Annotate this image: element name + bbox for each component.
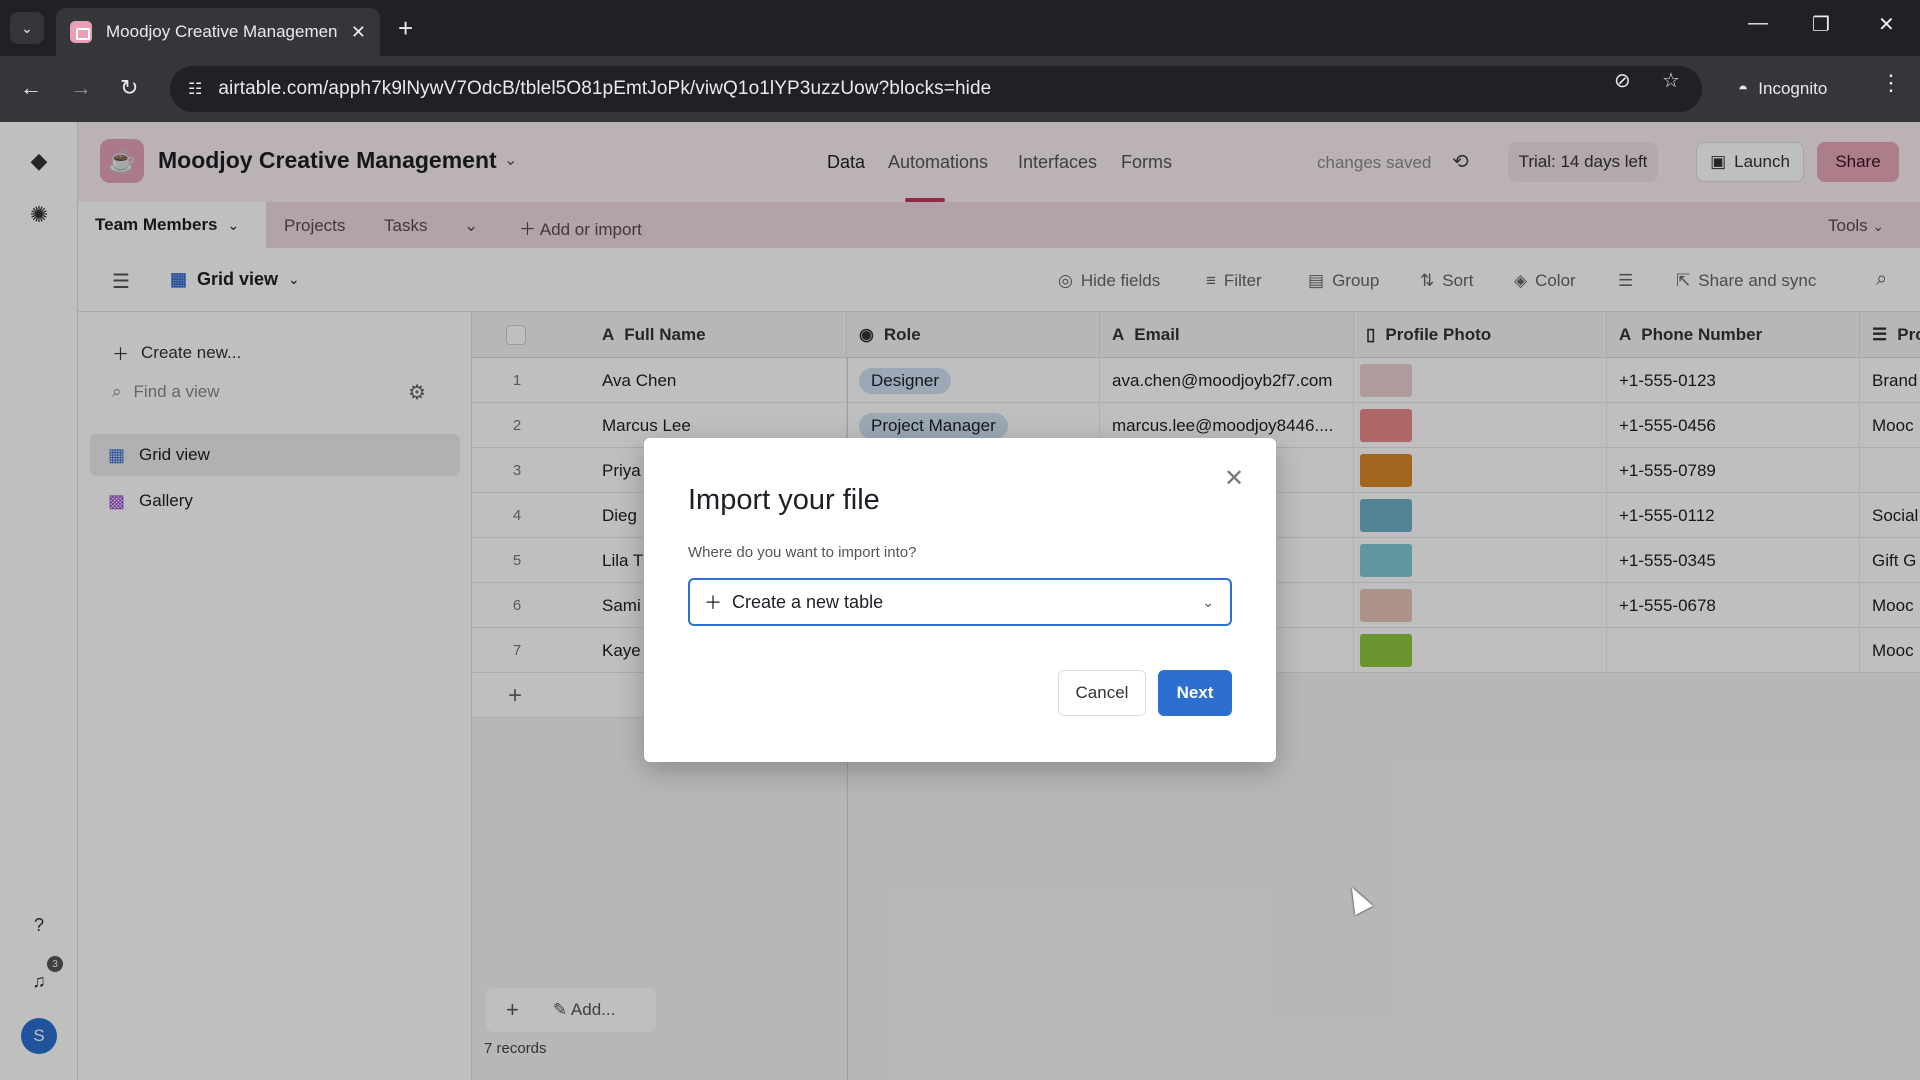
browser-tab-bar: ⌄ Moodjoy Creative Management ✕ + — ❐ ✕ [0, 0, 1920, 56]
import-destination-select[interactable]: ＋ Create a new table ⌄ [688, 578, 1232, 626]
dialog-title: Import your file [688, 484, 880, 516]
select-value: Create a new table [732, 591, 884, 612]
back-icon[interactable]: ← [20, 74, 42, 102]
close-tab-icon[interactable]: ✕ [351, 22, 366, 43]
plus-icon: ＋ [704, 593, 722, 613]
incognito-label: Incognito [1758, 79, 1828, 98]
minimize-icon[interactable]: — [1748, 12, 1768, 35]
browser-menu-icon[interactable]: ⋮ [1880, 70, 1902, 96]
browser-tab[interactable]: Moodjoy Creative Management ✕ [56, 8, 380, 56]
bookmark-star-icon[interactable]: ☆ [1662, 68, 1680, 93]
forward-icon[interactable]: → [70, 74, 92, 102]
next-button[interactable]: Next [1158, 670, 1232, 716]
address-bar[interactable]: ☷ airtable.com/apph7k9lNywV7OdcB/tblel5O… [170, 66, 1702, 112]
site-info-icon[interactable]: ☷ [188, 79, 202, 99]
favicon-icon [70, 21, 92, 43]
reload-icon[interactable]: ↻ [120, 74, 138, 102]
chevron-down-icon: ⌄ [1202, 593, 1214, 610]
browser-toolbar: ← → ↻ ☷ airtable.com/apph7k9lNywV7OdcB/t… [0, 56, 1920, 122]
import-destination-label: Where do you want to import into? [688, 544, 917, 561]
close-window-icon[interactable]: ✕ [1878, 12, 1895, 37]
incognito-icon: ◓ [1738, 79, 1749, 98]
eye-off-icon[interactable]: ⊘ [1614, 68, 1631, 93]
incognito-indicator[interactable]: ◓ Incognito [1724, 66, 1856, 112]
close-icon[interactable]: ✕ [1224, 464, 1244, 493]
tab-title: Moodjoy Creative Management [106, 22, 338, 41]
import-file-dialog: ✕ Import your file Where do you want to … [644, 438, 1276, 762]
tab-search-button[interactable]: ⌄ [10, 12, 44, 44]
restore-icon[interactable]: ❐ [1812, 12, 1830, 37]
url-text: airtable.com/apph7k9lNywV7OdcB/tblel5O81… [218, 78, 992, 99]
new-tab-button[interactable]: + [398, 14, 413, 42]
cancel-button[interactable]: Cancel [1058, 670, 1146, 716]
